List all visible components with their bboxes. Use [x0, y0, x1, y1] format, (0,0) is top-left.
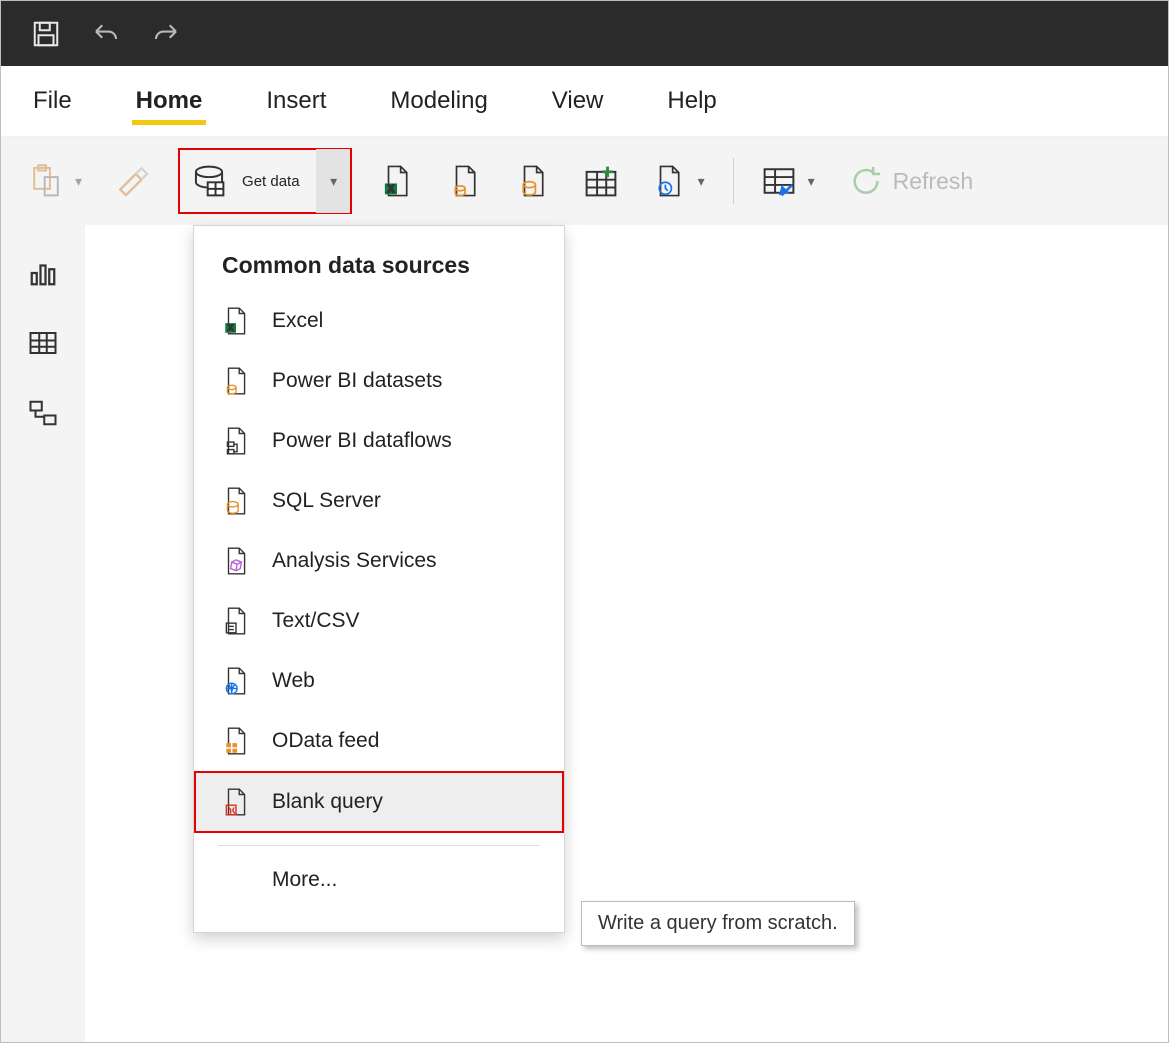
item-label: Power BI dataflows	[272, 429, 452, 453]
source-pbi-dataflows[interactable]: Power BI dataflows	[194, 411, 564, 471]
menu-help[interactable]: Help	[659, 69, 724, 133]
source-more[interactable]: More...	[194, 850, 564, 910]
ribbon: ▾ Get data ▾ X ▾ ▾	[1, 137, 1168, 226]
sql-source-button[interactable]	[510, 151, 556, 211]
item-label: Analysis Services	[272, 549, 437, 573]
data-view-button[interactable]	[23, 323, 63, 363]
menu-insert[interactable]: Insert	[258, 69, 334, 133]
menu-view[interactable]: View	[544, 69, 612, 133]
item-label: OData feed	[272, 729, 379, 753]
source-web[interactable]: Web	[194, 651, 564, 711]
menu-modeling[interactable]: Modeling	[382, 69, 495, 133]
model-view-button[interactable]	[23, 393, 63, 433]
source-blank-query[interactable]: Blank query	[194, 771, 564, 833]
source-text-csv[interactable]: Text/CSV	[194, 591, 564, 651]
left-rail	[1, 225, 86, 1042]
chevron-down-icon: ▾	[330, 173, 337, 190]
enter-data-button[interactable]	[578, 151, 624, 211]
chevron-down-icon: ▾	[808, 173, 815, 190]
divider	[733, 158, 734, 204]
source-analysis-services[interactable]: Analysis Services	[194, 531, 564, 591]
titlebar	[1, 1, 1168, 66]
item-label: SQL Server	[272, 489, 381, 513]
item-label: Web	[272, 669, 315, 693]
item-label: Excel	[272, 309, 323, 333]
undo-button[interactable]	[91, 19, 121, 49]
source-sql-server[interactable]: SQL Server	[194, 471, 564, 531]
item-label: Blank query	[272, 790, 383, 814]
separator	[218, 845, 540, 846]
transform-data-button[interactable]: ▾	[756, 151, 821, 211]
item-label: More...	[272, 868, 337, 892]
recent-sources-button[interactable]: ▾	[646, 151, 711, 211]
tooltip: Write a query from scratch.	[581, 901, 855, 946]
pbi-dataset-button[interactable]	[442, 151, 488, 211]
get-data-button[interactable]: Get data ▾	[178, 148, 352, 214]
chevron-down-icon: ▾	[75, 173, 82, 190]
menubar: File Home Insert Modeling View Help	[1, 66, 1168, 137]
format-painter-button	[110, 151, 156, 211]
dropdown-title: Common data sources	[194, 226, 564, 291]
save-button[interactable]	[31, 19, 61, 49]
svg-text:X: X	[387, 184, 394, 195]
svg-text:X: X	[228, 323, 234, 333]
redo-button[interactable]	[151, 19, 181, 49]
refresh-label: Refresh	[893, 168, 974, 195]
refresh-button: Refresh	[843, 151, 980, 211]
get-data-dropdown[interactable]: ▾	[316, 149, 350, 213]
item-label: Text/CSV	[272, 609, 360, 633]
paste-button: ▾	[23, 151, 88, 211]
get-data-label: Get data	[242, 173, 300, 190]
source-pbi-datasets[interactable]: Power BI datasets	[194, 351, 564, 411]
source-odata-feed[interactable]: OData feed	[194, 711, 564, 771]
get-data-dropdown-panel: Common data sources X Excel Power BI dat…	[193, 225, 565, 933]
report-view-button[interactable]	[23, 253, 63, 293]
source-excel[interactable]: X Excel	[194, 291, 564, 351]
menu-home[interactable]: Home	[128, 69, 211, 133]
chevron-down-icon: ▾	[698, 173, 705, 190]
item-label: Power BI datasets	[272, 369, 442, 393]
menu-file[interactable]: File	[25, 69, 80, 133]
excel-source-button[interactable]: X	[374, 151, 420, 211]
